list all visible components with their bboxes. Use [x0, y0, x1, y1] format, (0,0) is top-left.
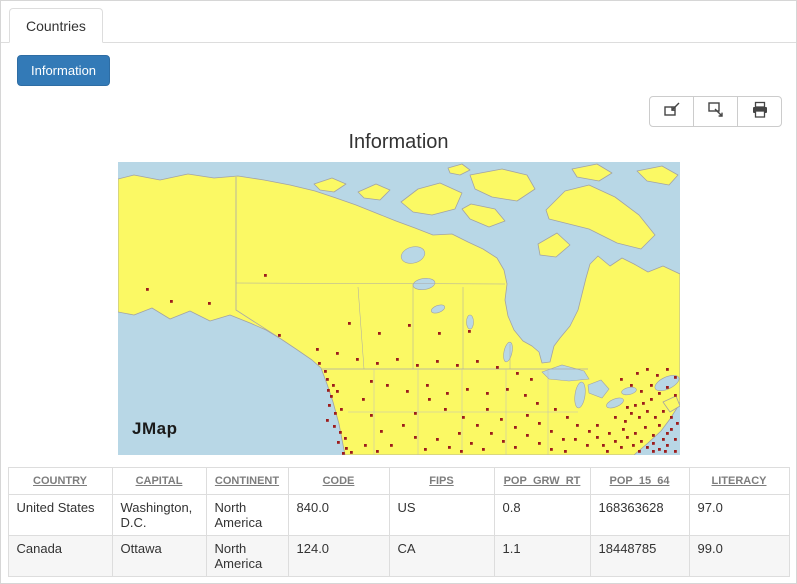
table-header: COUNTRY CAPITAL CONTINENT CODE FIPS POP_… [8, 468, 789, 495]
cell-pop-15-64: 18448785 [590, 536, 689, 577]
cell-continent: North America [206, 536, 288, 577]
page-title: Information [1, 131, 796, 154]
col-header-capital[interactable]: CAPITAL [112, 468, 206, 495]
cell-pop-grw-rt: 0.8 [494, 495, 590, 536]
map-container[interactable]: JMap [118, 162, 680, 455]
cell-country: Canada [8, 536, 112, 577]
cell-code: 124.0 [288, 536, 389, 577]
export-image-button[interactable] [649, 96, 694, 127]
export-image-icon [663, 101, 681, 122]
cell-capital: Ottawa [112, 536, 206, 577]
print-button[interactable] [737, 96, 782, 127]
cell-fips: US [389, 495, 494, 536]
content: Information [1, 43, 796, 577]
cell-literacy: 99.0 [689, 536, 789, 577]
cell-continent: North America [206, 495, 288, 536]
countries-table: COUNTRY CAPITAL CONTINENT CODE FIPS POP_… [8, 467, 790, 577]
cell-pop-grw-rt: 1.1 [494, 536, 590, 577]
print-icon [751, 101, 769, 122]
table-row: Canada Ottawa North America 124.0 CA 1.1… [8, 536, 789, 577]
map-logo: JMap [132, 419, 177, 438]
tab-countries-label: Countries [26, 18, 86, 34]
page: Countries Information [0, 0, 797, 584]
cell-country: United States [8, 495, 112, 536]
export-button-group [1, 96, 796, 127]
col-header-pop-grw-rt[interactable]: POP_GRW_RT [494, 468, 590, 495]
cell-pop-15-64: 168363628 [590, 495, 689, 536]
tab-bar: Countries [1, 1, 796, 43]
col-header-country[interactable]: COUNTRY [8, 468, 112, 495]
col-header-literacy[interactable]: LITERACY [689, 468, 789, 495]
col-header-code[interactable]: CODE [288, 468, 389, 495]
col-header-continent[interactable]: CONTINENT [206, 468, 288, 495]
cell-capital: Washington, D.C. [112, 495, 206, 536]
col-header-pop-15-64[interactable]: POP_15_64 [590, 468, 689, 495]
cell-code: 840.0 [288, 495, 389, 536]
export-report-button[interactable] [693, 96, 738, 127]
north-america-map[interactable]: JMap [118, 162, 680, 455]
information-button[interactable]: Information [17, 55, 110, 86]
cell-fips: CA [389, 536, 494, 577]
col-header-fips[interactable]: FIPS [389, 468, 494, 495]
cell-literacy: 97.0 [689, 495, 789, 536]
export-report-icon [707, 101, 725, 122]
tab-countries[interactable]: Countries [9, 8, 103, 43]
table-row: United States Washington, D.C. North Ame… [8, 495, 789, 536]
